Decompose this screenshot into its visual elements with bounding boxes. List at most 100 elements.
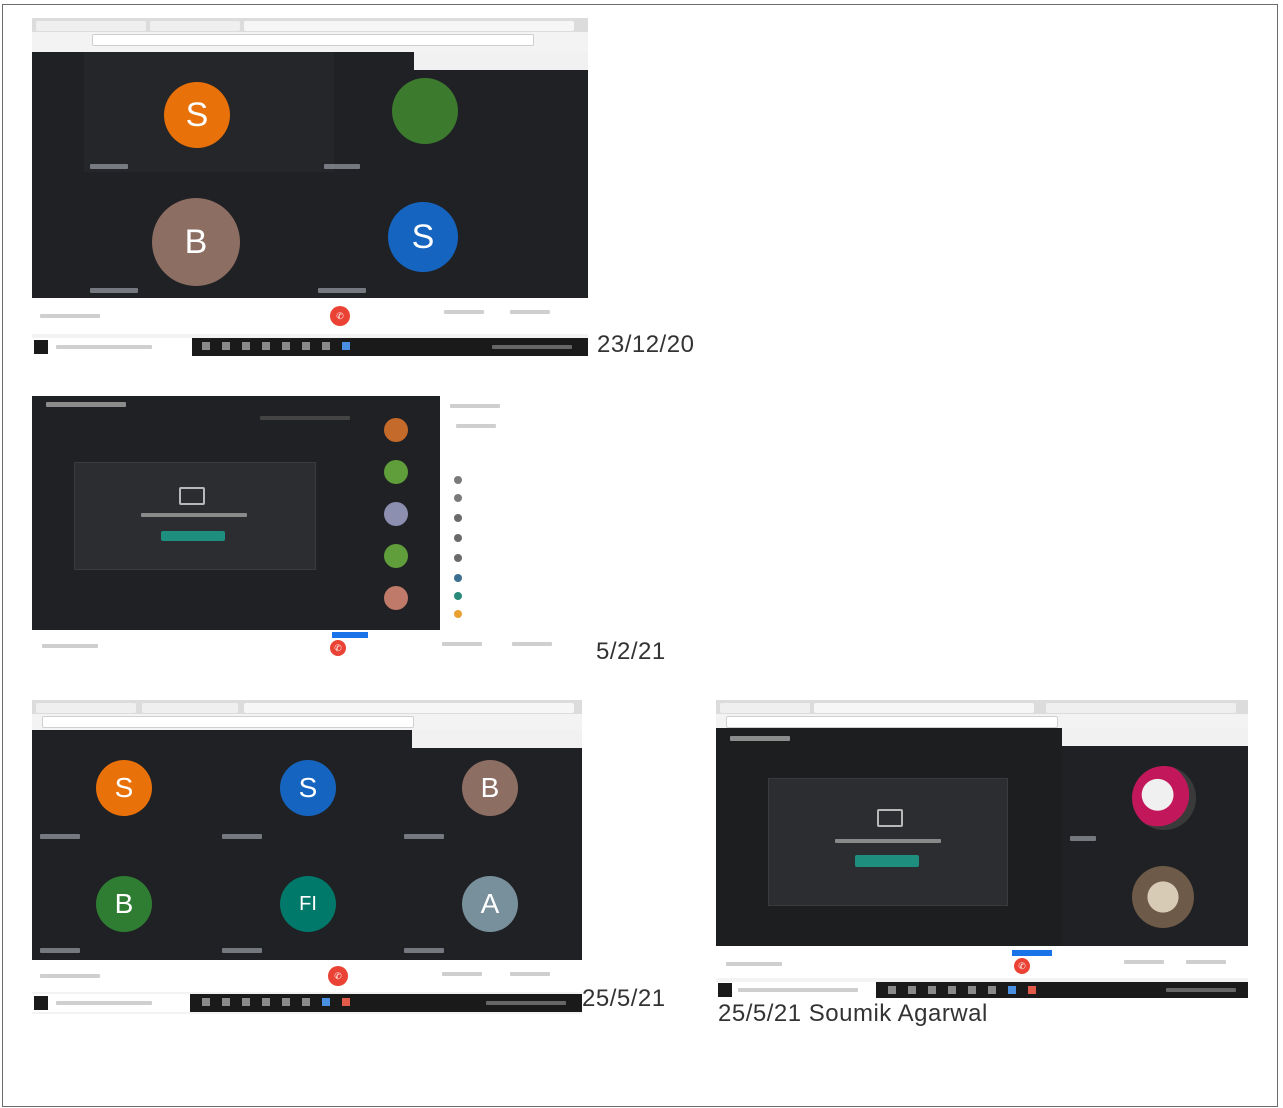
address-bar[interactable] xyxy=(92,34,534,46)
taskbar-search[interactable] xyxy=(738,988,858,992)
end-call-icon[interactable]: ✆ xyxy=(1014,958,1030,974)
meet-top-controls[interactable] xyxy=(412,730,582,748)
meeting-title xyxy=(46,402,126,407)
taskbar-app-icon[interactable] xyxy=(202,998,210,1006)
windows-start-icon[interactable] xyxy=(34,340,48,354)
participant-avatar xyxy=(384,502,408,526)
end-call-icon[interactable]: ✆ xyxy=(330,640,346,656)
participant-avatar: A xyxy=(462,876,518,932)
taskbar-app-icon[interactable] xyxy=(302,342,310,350)
you-are-presenting-notice xyxy=(260,416,350,420)
end-call-icon[interactable]: ✆ xyxy=(330,306,350,326)
taskbar-app-icon[interactable] xyxy=(1028,986,1036,994)
taskbar-app-icon[interactable] xyxy=(322,342,330,350)
taskbar-app-icon[interactable] xyxy=(342,342,350,350)
participant-name xyxy=(404,834,444,839)
taskbar-app-icon[interactable] xyxy=(202,342,210,350)
taskbar-app-icon[interactable] xyxy=(342,998,350,1006)
windows-taskbar xyxy=(716,982,1248,998)
taskbar-app-icon[interactable] xyxy=(282,342,290,350)
meeting-details[interactable] xyxy=(40,314,100,318)
taskbar-app-icon[interactable] xyxy=(928,986,936,994)
captions-button[interactable] xyxy=(442,642,482,646)
presenting-chip[interactable] xyxy=(1012,950,1052,956)
participant-name xyxy=(222,834,262,839)
participant-name xyxy=(318,288,366,293)
meeting-details[interactable] xyxy=(42,644,98,648)
meet-top-controls[interactable] xyxy=(1062,728,1248,746)
taskbar-app-icon[interactable] xyxy=(988,986,996,994)
meeting-title xyxy=(730,736,790,741)
taskbar-app-icon[interactable] xyxy=(888,986,896,994)
present-now-button[interactable] xyxy=(512,642,552,646)
stop-presenting-button[interactable] xyxy=(161,531,225,541)
browser-tab[interactable] xyxy=(142,703,238,713)
participant-dot xyxy=(454,476,462,484)
captions-button[interactable] xyxy=(1124,960,1164,964)
date-caption: 23/12/20 xyxy=(597,331,695,358)
participant-name xyxy=(1070,836,1096,841)
participant-avatar: S xyxy=(388,202,458,272)
presenting-chip[interactable] xyxy=(332,632,368,638)
captions-button[interactable] xyxy=(442,972,482,976)
system-tray xyxy=(486,1001,566,1005)
windows-start-icon[interactable] xyxy=(34,996,48,1010)
end-call-icon[interactable]: ✆ xyxy=(328,966,348,986)
present-now-button[interactable] xyxy=(510,310,550,314)
taskbar-search[interactable] xyxy=(56,345,152,349)
participant-photo xyxy=(1132,766,1196,830)
windows-start-icon[interactable] xyxy=(718,983,732,997)
taskbar-app-icon[interactable] xyxy=(262,998,270,1006)
screenshot-3: S S B B FI A ✆ xyxy=(32,700,582,1014)
browser-tab-active[interactable] xyxy=(244,21,574,31)
taskbar-app-icon[interactable] xyxy=(302,998,310,1006)
presenting-label xyxy=(141,513,247,517)
participant-dot xyxy=(454,514,462,522)
add-people-button[interactable] xyxy=(456,424,496,428)
present-now-button[interactable] xyxy=(510,972,550,976)
stop-presenting-button[interactable] xyxy=(855,855,919,867)
taskbar-search[interactable] xyxy=(56,1001,152,1005)
meet-control-bar: ✆ xyxy=(32,298,588,334)
screenshot-2: ✆ xyxy=(32,396,578,660)
taskbar-app-icon[interactable] xyxy=(1008,986,1016,994)
browser-tab[interactable] xyxy=(36,703,136,713)
present-now-button[interactable] xyxy=(1186,960,1226,964)
panel-title xyxy=(450,404,500,408)
browser-tab[interactable] xyxy=(36,21,146,31)
taskbar-app-icon[interactable] xyxy=(222,342,230,350)
browser-tab-active[interactable] xyxy=(814,703,1034,713)
present-screen-icon xyxy=(877,809,903,827)
taskbar-app-icon[interactable] xyxy=(222,998,230,1006)
presentation-placeholder xyxy=(74,462,316,570)
windows-taskbar xyxy=(32,994,582,1012)
taskbar-app-icon[interactable] xyxy=(948,986,956,994)
meet-grid: S S B B FI A xyxy=(32,730,582,960)
meet-top-controls[interactable] xyxy=(414,52,588,70)
browser-tab-strip xyxy=(32,700,582,714)
taskbar-app-icon[interactable] xyxy=(968,986,976,994)
taskbar-app-icon[interactable] xyxy=(242,998,250,1006)
participant-name xyxy=(90,288,138,293)
participant-dot xyxy=(454,610,462,618)
people-panel xyxy=(442,396,578,630)
browser-tab[interactable] xyxy=(150,21,240,31)
presenter-tile xyxy=(716,728,1062,946)
meeting-details[interactable] xyxy=(726,962,782,966)
participant-dot xyxy=(454,494,462,502)
meeting-details[interactable] xyxy=(40,974,100,978)
taskbar-app-icon[interactable] xyxy=(908,986,916,994)
participant-avatar: B xyxy=(462,760,518,816)
address-bar[interactable] xyxy=(42,716,414,728)
participant-avatar xyxy=(384,544,408,568)
taskbar-app-icon[interactable] xyxy=(242,342,250,350)
captions-button[interactable] xyxy=(444,310,484,314)
taskbar-app-icon[interactable] xyxy=(282,998,290,1006)
browser-tab[interactable] xyxy=(1046,703,1236,713)
browser-tab[interactable] xyxy=(720,703,810,713)
taskbar-app-icon[interactable] xyxy=(322,998,330,1006)
browser-tab-active[interactable] xyxy=(244,703,574,713)
system-tray xyxy=(1166,988,1236,992)
address-bar[interactable] xyxy=(726,716,1058,728)
taskbar-app-icon[interactable] xyxy=(262,342,270,350)
